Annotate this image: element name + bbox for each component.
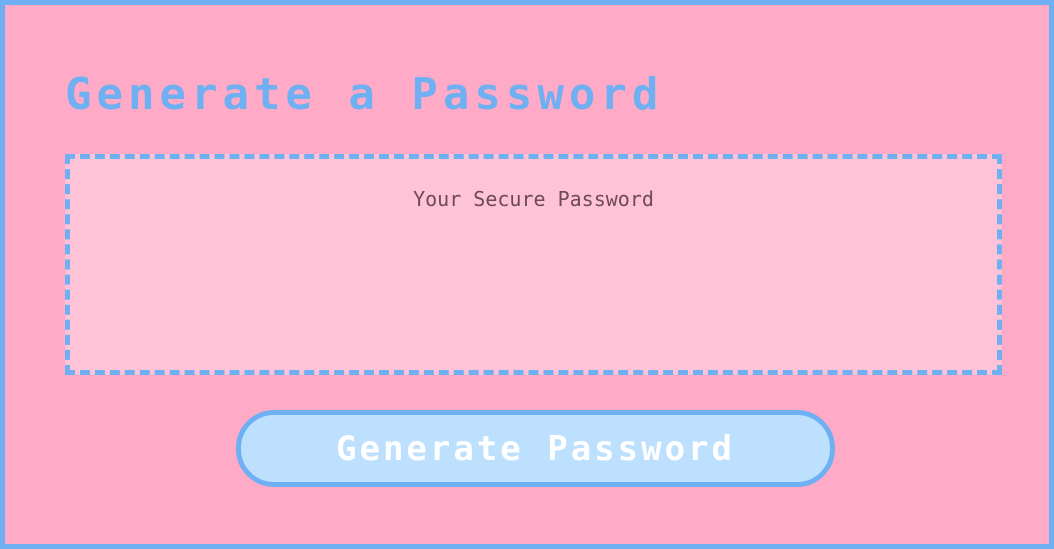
generate-password-button[interactable]: Generate Password <box>236 410 835 487</box>
page-title: Generate a Password <box>65 69 664 120</box>
password-output-field[interactable] <box>65 154 1002 375</box>
password-generator-card: Generate a Password Generate Password <box>0 0 1054 549</box>
